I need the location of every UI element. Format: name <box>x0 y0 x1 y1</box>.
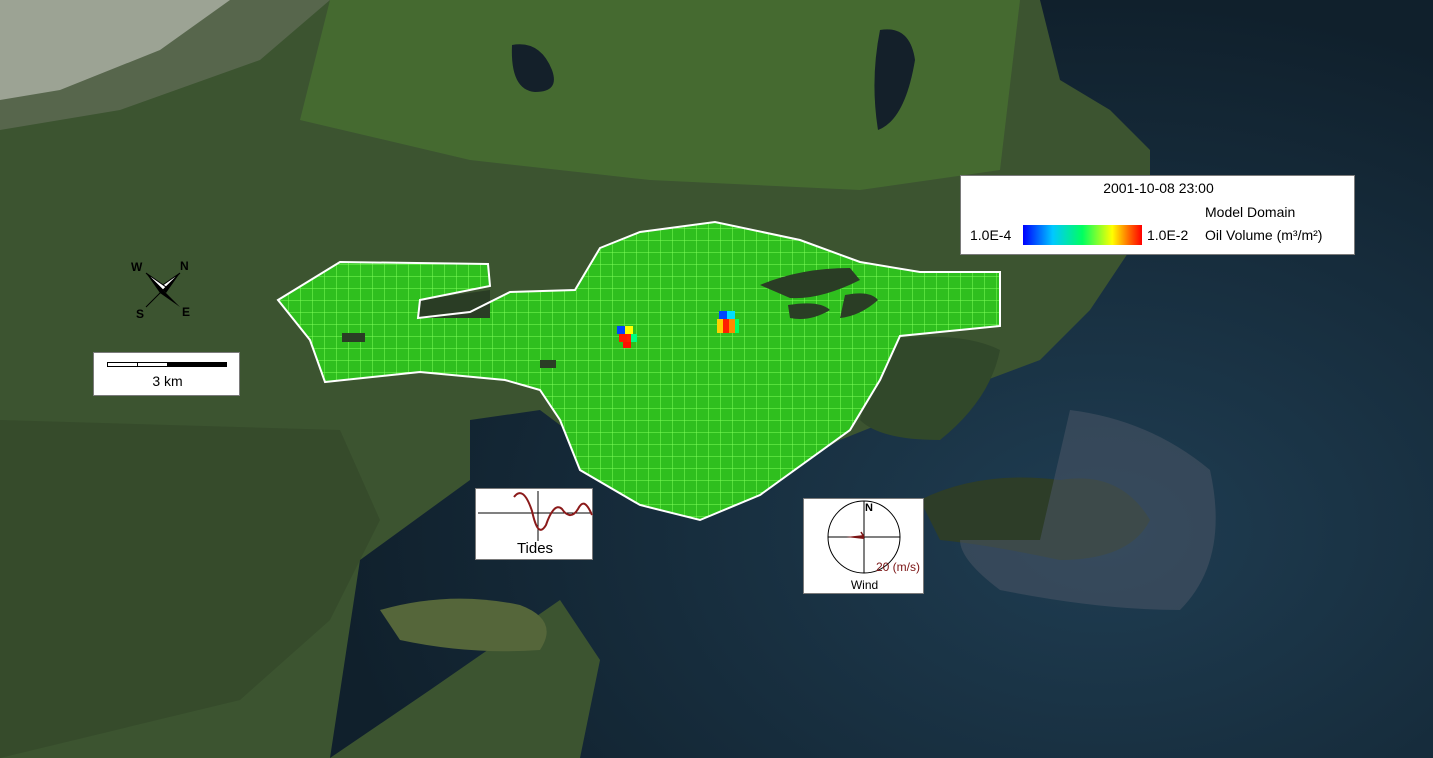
grid-hole <box>540 360 556 368</box>
wind-north-label: N <box>865 502 873 514</box>
wind-panel: N 20 (m/s) Wind <box>803 498 924 594</box>
tides-label: Tides <box>516 540 554 557</box>
scale-bar-graphic <box>107 362 227 367</box>
scale-bar: 3 km <box>93 352 240 396</box>
compass-n: N <box>180 259 189 273</box>
legend-timestamp: 2001-10-08 23:00 <box>1103 180 1214 196</box>
wind-label: Wind <box>850 578 879 592</box>
compass-w: W <box>131 260 143 274</box>
wind-speed-label: 20 (m/s) <box>876 560 921 574</box>
tides-chart <box>478 491 593 541</box>
tides-panel: Tides <box>475 488 593 560</box>
legend-max-label: 1.0E-2 <box>1147 227 1189 243</box>
compass-icon: N E S W <box>131 259 190 321</box>
legend-panel: 2001-10-08 23:00 1.0E-4 1.0E-2 Model Dom… <box>960 175 1355 255</box>
color-ramp <box>1023 225 1142 245</box>
compass-s: S <box>136 307 144 321</box>
grid-hole <box>342 333 365 342</box>
map-view[interactable]: N E S W 2001-10-08 23:00 1.0E-4 1.0E-2 M… <box>0 0 1433 758</box>
scale-bar-label: 3 km <box>152 373 183 389</box>
legend-min-label: 1.0E-4 <box>970 227 1012 243</box>
tide-curve <box>513 492 593 531</box>
legend-domain-label: Model Domain <box>1205 204 1296 220</box>
compass-e: E <box>182 305 190 319</box>
compass-rose: N E S W <box>128 255 198 325</box>
legend-variable-label: Oil Volume (m³/m²) <box>1205 227 1323 243</box>
